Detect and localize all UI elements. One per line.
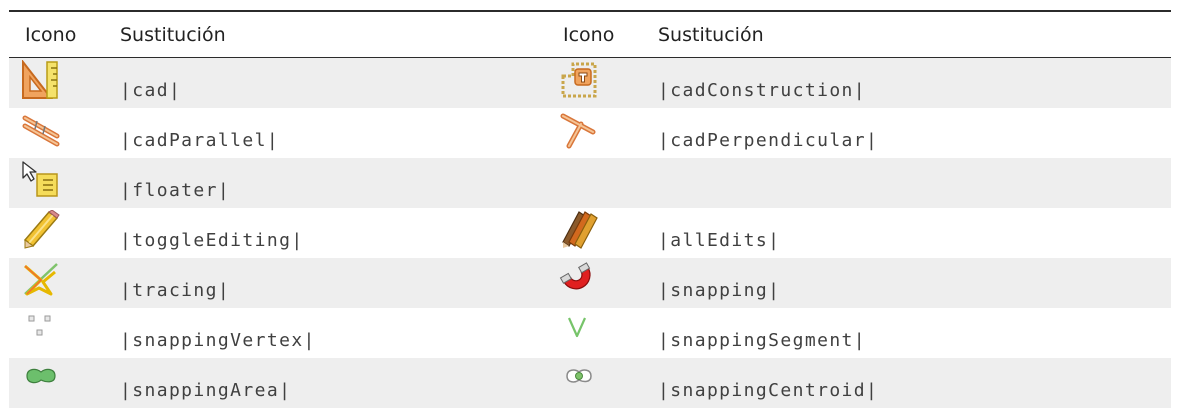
icon-cell [9, 108, 104, 158]
header-sustitucion-1: Sustitución [120, 23, 226, 46]
substitution-text: |tracing| [120, 280, 231, 301]
icon-cell [9, 57, 104, 108]
substitution-cell: |allEdits| [642, 208, 1171, 258]
icon-cell-empty [547, 158, 642, 208]
icon-cell [547, 208, 642, 258]
substitution-cell: |cad| [104, 57, 547, 108]
icon-cell [547, 108, 642, 158]
substitution-text: |cadConstruction| [658, 80, 867, 101]
icon-cell [547, 258, 642, 308]
substitution-cell: |snappingCentroid| [642, 358, 1171, 408]
cad-parallel-icon [22, 115, 60, 147]
table-row: |snappingVertex| |snappingSegment| [9, 308, 1171, 358]
icon-cell [9, 208, 104, 258]
substitution-text: |allEdits| [658, 230, 781, 251]
icon-cell [547, 308, 642, 358]
icon-cell [9, 258, 104, 308]
table-row: |floater| [9, 158, 1171, 208]
magnet-icon [559, 262, 591, 290]
substitution-text: |snappingCentroid| [658, 380, 879, 401]
table-row: |tracing| |snapping| [9, 258, 1171, 308]
header-icono-2: Icono [563, 23, 615, 46]
substitution-text: |cadPerpendicular| [658, 130, 879, 151]
substitution-cell: |snappingArea| [104, 358, 547, 408]
substitution-text: |snappingSegment| [658, 330, 867, 351]
icon-cell [547, 57, 642, 108]
substitution-text: |snappingArea| [120, 380, 292, 401]
table-row: |snappingArea| |snappingCentroid| [9, 358, 1171, 408]
icon-substitution-table: Icono Sustitución Icono Sustitución |cad… [9, 10, 1171, 408]
all-edits-pencils-icon [562, 211, 598, 249]
snapping-area-icon [26, 368, 56, 384]
snapping-centroid-icon [566, 369, 592, 383]
icon-cell [9, 158, 104, 208]
substitution-cell: |floater| [104, 158, 547, 208]
substitution-text: |cad| [120, 80, 182, 101]
substitution-text: |cadParallel| [120, 130, 280, 151]
table-row: |cadParallel| |cadPerpendicular| [9, 108, 1171, 158]
tracing-icon [24, 263, 58, 296]
substitution-cell [642, 158, 1171, 208]
table-header-row: Icono Sustitución Icono Sustitución [9, 11, 1171, 58]
table-row: |cad| |cadConstruction| [9, 57, 1171, 108]
substitution-cell: |cadConstruction| [642, 57, 1171, 108]
substitution-text: |snapping| [658, 280, 781, 301]
substitution-cell: |cadParallel| [104, 108, 547, 158]
icon-cell [9, 308, 104, 358]
header-icono-1: Icono [25, 23, 77, 46]
snapping-vertex-icon [28, 315, 51, 336]
substitution-cell: |snapping| [642, 258, 1171, 308]
cad-set-square-icon [22, 60, 58, 99]
substitution-cell: |toggleEditing| [104, 208, 547, 258]
table-row: |toggleEditing| |allEdits| [9, 208, 1171, 258]
substitution-cell: |cadPerpendicular| [642, 108, 1171, 158]
snapping-segment-icon [567, 317, 587, 338]
substitution-text: |snappingVertex| [120, 330, 316, 351]
icon-cell [547, 358, 642, 408]
substitution-text: |floater| [120, 180, 231, 201]
cad-construction-icon [561, 62, 597, 98]
substitution-text [642, 158, 1171, 180]
header-sustitucion-2: Sustitución [658, 23, 764, 46]
substitution-cell: |snappingVertex| [104, 308, 547, 358]
icon-cell [9, 358, 104, 408]
substitution-text: |toggleEditing| [120, 230, 304, 251]
floater-icon [22, 161, 58, 197]
cad-perpendicular-icon [560, 113, 596, 149]
pencil-icon [23, 210, 60, 249]
substitution-cell: |tracing| [104, 258, 547, 308]
substitution-cell: |snappingSegment| [642, 308, 1171, 358]
